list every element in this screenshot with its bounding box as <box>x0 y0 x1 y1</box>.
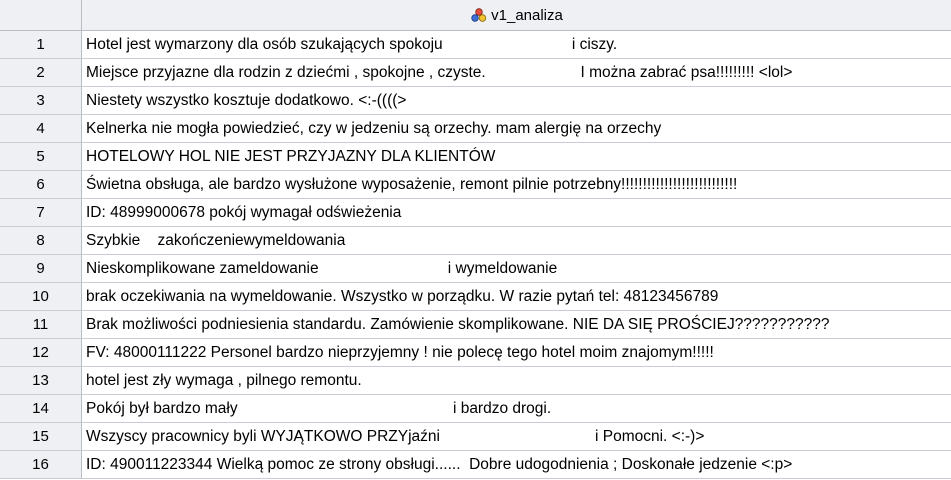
corner-header[interactable] <box>0 0 82 31</box>
data-cell[interactable]: Pokój był bardzo mały i bardzo drogi. <box>82 395 951 423</box>
row-number[interactable]: 16 <box>0 451 82 479</box>
column-header-label: v1_analiza <box>491 6 563 24</box>
table-row: 11 Brak możliwości podniesienia standardu… <box>0 311 951 339</box>
table-row: 9 Nieskomplikowane zameldowanie i wymeldo… <box>0 255 951 283</box>
data-view-grid: v1_analiza 1 Hotel jest wymarzony dla osó… <box>0 0 951 480</box>
row-number[interactable]: 15 <box>0 423 82 451</box>
table-row: 12 FV: 48000111222 Personel bardzo nieprz… <box>0 339 951 367</box>
nominal-variable-icon <box>470 7 488 23</box>
table-row: 7 ID: 48999000678 pokój wymagał odświeżen… <box>0 199 951 227</box>
table-row: 1 Hotel jest wymarzony dla osób szukający… <box>0 31 951 59</box>
row-number[interactable]: 8 <box>0 227 82 255</box>
data-cell[interactable]: ID: 48999000678 pokój wymagał odświeżeni… <box>82 199 951 227</box>
table-row: 16 ID: 490011223344 Wielką pomoc ze stron… <box>0 451 951 479</box>
data-cell[interactable]: Wszyscy pracownicy byli WYJĄTKOWO PRZYja… <box>82 423 951 451</box>
table-row: 15 Wszyscy pracownicy byli WYJĄTKOWO PRZY… <box>0 423 951 451</box>
table-row: 5 HOTELOWY HOL NIE JEST PRZYJAZNY DLA KLI… <box>0 143 951 171</box>
row-number[interactable]: 10 <box>0 283 82 311</box>
row-number[interactable]: 11 <box>0 311 82 339</box>
row-number[interactable]: 2 <box>0 59 82 87</box>
table-row: 10 brak oczekiwania na wymeldowanie. Wszy… <box>0 283 951 311</box>
data-cell[interactable]: brak oczekiwania na wymeldowanie. Wszyst… <box>82 283 951 311</box>
row-number[interactable]: 3 <box>0 87 82 115</box>
data-cell[interactable]: Kelnerka nie mogła powiedzieć, czy w jed… <box>82 115 951 143</box>
column-header-v1-analiza[interactable]: v1_analiza <box>82 0 951 31</box>
row-number[interactable]: 14 <box>0 395 82 423</box>
table-row: 4 Kelnerka nie mogła powiedzieć, czy w je… <box>0 115 951 143</box>
data-cell[interactable]: FV: 48000111222 Personel bardzo nieprzyj… <box>82 339 951 367</box>
table-row: 2 Miejsce przyjazne dla rodzin z dziećmi … <box>0 59 951 87</box>
row-number[interactable]: 7 <box>0 199 82 227</box>
row-number[interactable]: 1 <box>0 31 82 59</box>
data-cell[interactable]: Szybkie zakończeniewymeldowania <box>82 227 951 255</box>
data-cell[interactable]: Nieskomplikowane zameldowanie i wymeldow… <box>82 255 951 283</box>
data-cell[interactable]: Hotel jest wymarzony dla osób szukającyc… <box>82 31 951 59</box>
data-cell[interactable]: hotel jest zły wymaga , pilnego remontu. <box>82 367 951 395</box>
table-row: 3 Niestety wszystko kosztuje dodatkowo. <… <box>0 87 951 115</box>
row-number[interactable]: 4 <box>0 115 82 143</box>
table-row: 6 Świetna obsługa, ale bardzo wysłużone w… <box>0 171 951 199</box>
table-row: 8 Szybkie zakończeniewymeldowania <box>0 227 951 255</box>
data-cell[interactable]: HOTELOWY HOL NIE JEST PRZYJAZNY DLA KLIE… <box>82 143 951 171</box>
data-cell[interactable]: Brak możliwości podniesienia standardu. … <box>82 311 951 339</box>
data-cell[interactable]: Niestety wszystko kosztuje dodatkowo. <:… <box>82 87 951 115</box>
table-row: 13 hotel jest zły wymaga , pilnego remont… <box>0 367 951 395</box>
data-cell[interactable]: Świetna obsługa, ale bardzo wysłużone wy… <box>82 171 951 199</box>
row-number[interactable]: 6 <box>0 171 82 199</box>
table-row: 14 Pokój był bardzo mały i bardzo drogi. <box>0 395 951 423</box>
row-number[interactable]: 13 <box>0 367 82 395</box>
row-number[interactable]: 5 <box>0 143 82 171</box>
row-number[interactable]: 12 <box>0 339 82 367</box>
row-number[interactable]: 9 <box>0 255 82 283</box>
data-cell[interactable]: Miejsce przyjazne dla rodzin z dziećmi ,… <box>82 59 951 87</box>
data-cell[interactable]: ID: 490011223344 Wielką pomoc ze strony … <box>82 451 951 479</box>
